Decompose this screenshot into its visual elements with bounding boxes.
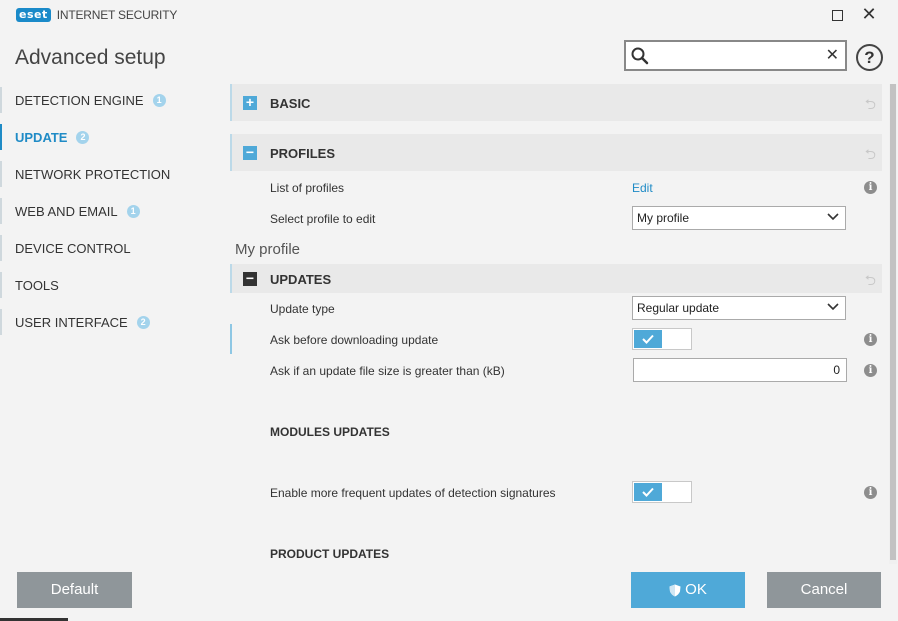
update-type-select[interactable]: Regular update <box>632 296 846 320</box>
section-profiles[interactable]: − PROFILES ⮌ <box>230 134 882 171</box>
search-icon <box>631 47 649 65</box>
select-profile-label: Select profile to edit <box>270 212 376 226</box>
close-icon: ✕ <box>861 4 877 24</box>
info-icon[interactable]: i <box>864 486 877 499</box>
product-updates-heading: PRODUCT UPDATES <box>270 547 390 559</box>
list-of-profiles-label: List of profiles <box>270 181 345 195</box>
minus-icon[interactable]: − <box>243 145 257 160</box>
check-icon <box>642 334 654 344</box>
update-type-label: Update type <box>270 302 335 316</box>
section-updates[interactable]: − UPDATES ⮌ <box>230 264 882 293</box>
toggle-on-indicator <box>634 483 662 501</box>
sidebar-item-label: USER INTERFACE <box>15 315 128 330</box>
profile-name-heading: My profile <box>235 241 301 258</box>
sidebar-item-label: WEB AND EMAIL <box>15 204 118 219</box>
product-name: INTERNET SECURITY <box>56 8 178 22</box>
sidebar-item-tools[interactable]: TOOLS <box>0 267 215 304</box>
info-icon[interactable]: i <box>864 364 877 377</box>
notification-badge: 1 <box>152 94 166 107</box>
chevron-down-icon <box>827 303 839 311</box>
info-icon[interactable]: i <box>864 181 877 194</box>
ok-button[interactable]: OK <box>631 572 745 608</box>
settings-panel: + BASIC ⮌ − PROFILES ⮌ List of profiles … <box>230 84 882 559</box>
sidebar-item-update[interactable]: UPDATE 2 <box>0 119 215 156</box>
check-icon <box>642 487 654 497</box>
minus-icon[interactable]: − <box>243 271 257 286</box>
changed-setting-marker <box>230 324 232 354</box>
ask-before-download-label: Ask before downloading update <box>270 333 439 347</box>
revert-icon[interactable]: ⮌ <box>865 270 876 294</box>
ask-file-size-label: Ask if an update file size is greater th… <box>270 364 505 378</box>
window-close-button[interactable]: ✕ <box>860 5 878 23</box>
sidebar-item-label: UPDATE <box>15 130 68 145</box>
section-basic[interactable]: + BASIC ⮌ <box>230 84 882 121</box>
file-size-input[interactable]: 0 <box>633 358 847 382</box>
help-icon[interactable]: ? <box>856 44 883 71</box>
frequent-updates-toggle[interactable] <box>632 481 692 503</box>
clear-search-icon[interactable]: ✕ <box>826 45 839 65</box>
update-type-value: Regular update <box>637 301 720 315</box>
ask-before-download-toggle[interactable] <box>632 328 692 350</box>
sidebar-item-web-and-email[interactable]: WEB AND EMAIL 1 <box>0 193 215 230</box>
maximize-button[interactable] <box>829 7 845 23</box>
search-input[interactable] <box>654 46 824 66</box>
scrollbar-thumb[interactable] <box>890 84 896 560</box>
app-brand: eset INTERNET SECURITY <box>16 8 177 22</box>
edit-profiles-link[interactable]: Edit <box>632 181 653 195</box>
sidebar: DETECTION ENGINE 1 UPDATE 2 NETWORK PROTECTI… <box>0 82 215 341</box>
revert-icon[interactable]: ⮌ <box>865 144 876 168</box>
notification-badge: 2 <box>76 131 90 144</box>
sidebar-item-user-interface[interactable]: USER INTERFACE 2 <box>0 304 215 341</box>
cancel-button[interactable]: Cancel <box>767 572 881 608</box>
section-profiles-title: PROFILES <box>270 146 336 161</box>
revert-icon[interactable]: ⮌ <box>865 94 876 118</box>
page-title: Advanced setup <box>15 46 166 69</box>
notification-badge: 2 <box>136 316 150 329</box>
ok-button-label: OK <box>685 581 707 598</box>
sidebar-item-label: DETECTION ENGINE <box>15 93 144 108</box>
section-updates-title: UPDATES <box>270 272 332 287</box>
sidebar-item-label: DEVICE CONTROL <box>15 241 131 256</box>
notification-badge: 1 <box>126 205 140 218</box>
sidebar-item-device-control[interactable]: DEVICE CONTROL <box>0 230 215 267</box>
toggle-on-indicator <box>634 330 662 348</box>
section-basic-title: BASIC <box>270 96 311 111</box>
sidebar-item-label: NETWORK PROTECTION <box>15 167 171 182</box>
default-button[interactable]: Default <box>17 572 132 608</box>
sidebar-item-label: TOOLS <box>15 278 59 293</box>
sidebar-item-network-protection[interactable]: NETWORK PROTECTION <box>0 156 215 193</box>
chevron-down-icon <box>827 213 839 221</box>
maximize-icon <box>831 9 843 21</box>
shield-icon <box>669 584 681 596</box>
profile-select-value: My profile <box>637 211 690 225</box>
info-icon[interactable]: i <box>864 333 877 346</box>
profile-select[interactable]: My profile <box>632 206 846 230</box>
eset-logo: eset <box>16 8 51 22</box>
modules-updates-heading: MODULES UPDATES <box>270 425 390 439</box>
frequent-updates-label: Enable more frequent updates of detectio… <box>270 486 556 500</box>
search-box[interactable]: ✕ <box>624 40 847 71</box>
plus-icon[interactable]: + <box>243 95 257 110</box>
sidebar-item-detection-engine[interactable]: DETECTION ENGINE 1 <box>0 82 215 119</box>
